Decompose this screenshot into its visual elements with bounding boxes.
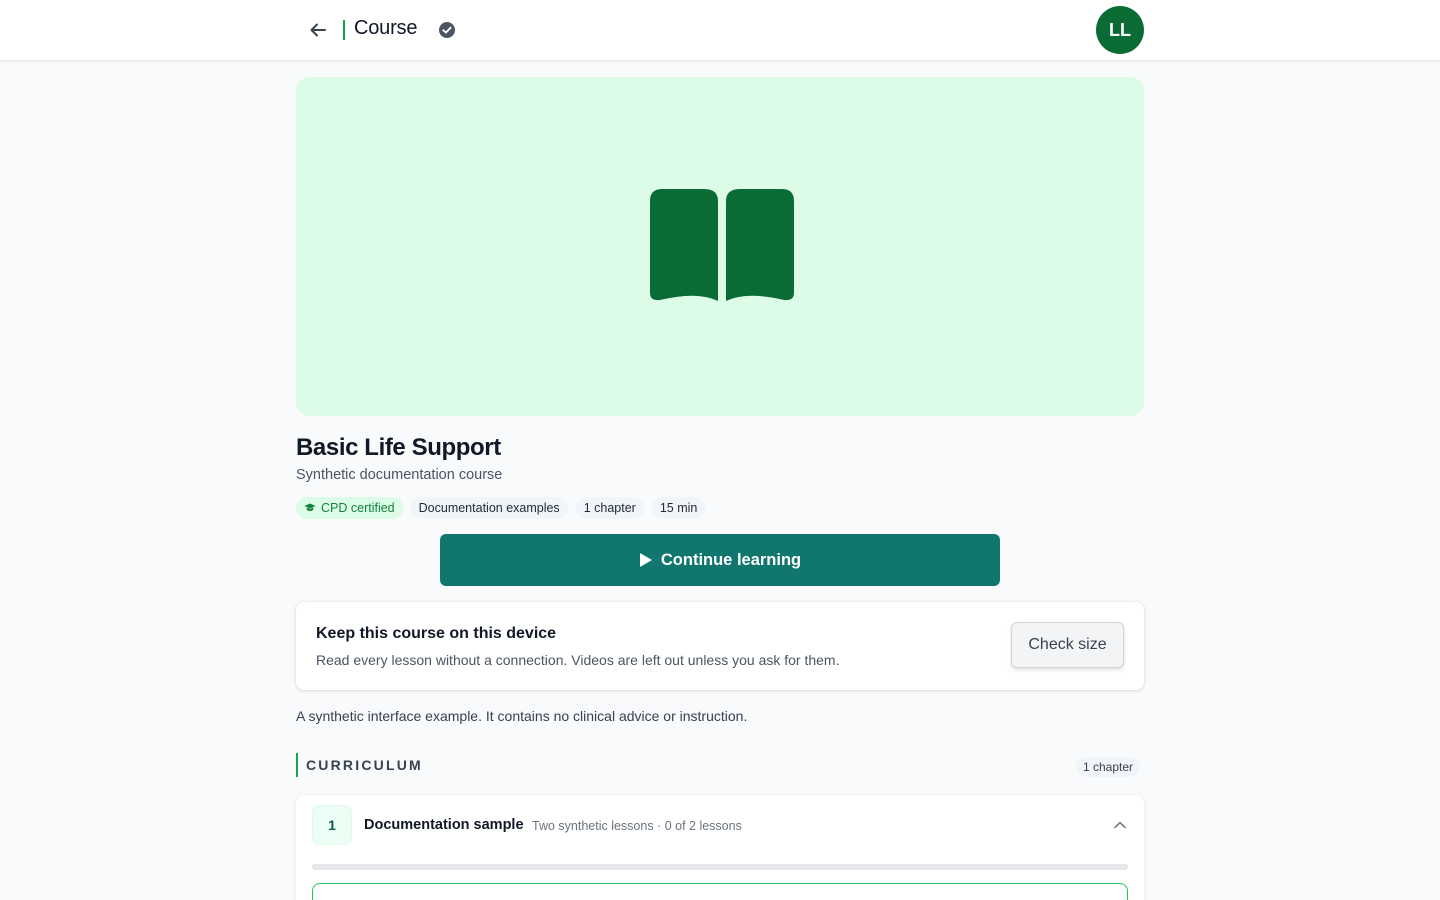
top-bar: Course LL [0,0,1440,61]
disclaimer-text: A synthetic interface example. It contai… [296,708,748,724]
book-open-icon [650,189,794,301]
chevron-up-icon[interactable] [1112,817,1128,833]
back-button[interactable] [303,16,333,44]
user-avatar[interactable]: LL [1096,6,1144,54]
duration-tag: 15 min [651,497,706,519]
offline-description: Read every lesson without a connection. … [316,652,840,668]
course-title: Basic Life Support [296,434,501,461]
chapter-count-tag: 1 chapter [575,497,644,519]
course-subtitle: Synthetic documentation course [296,467,503,483]
arrow-left-icon [310,23,326,37]
lesson-row[interactable] [312,883,1128,900]
page-title: Course [354,17,418,39]
chapter-title: Documentation sample [364,817,524,833]
continue-learning-label: Continue learning [660,550,802,569]
chapter-card[interactable]: 1 Documentation sample Two synthetic les… [296,795,1144,900]
chapter-number: 1 [312,805,352,845]
chapter-meta: Two synthetic lessons · 0 of 2 lessons [532,819,742,833]
cpd-badge: CPD certified [296,497,403,519]
verified-check-icon [439,22,455,38]
graduation-cap-icon [304,503,316,511]
offline-title: Keep this course on this device [316,625,557,642]
offline-download-card: Keep this course on this device Read eve… [296,602,1144,690]
title-divider [343,20,345,40]
cpd-label: CPD certified [321,501,395,515]
chapter-progress-bar [312,864,1128,870]
continue-learning-button[interactable]: Continue learning [440,534,1000,586]
play-icon [639,553,652,567]
curriculum-accent-bar [296,753,298,777]
curriculum-heading: CURRICULUM [306,757,423,773]
course-tags: CPD certified Documentation examples 1 c… [296,497,706,519]
check-size-button[interactable]: Check size [1011,622,1124,668]
course-hero [296,77,1144,416]
curriculum-chapter-count: 1 chapter [1076,757,1141,777]
category-tag: Documentation examples [410,497,568,519]
